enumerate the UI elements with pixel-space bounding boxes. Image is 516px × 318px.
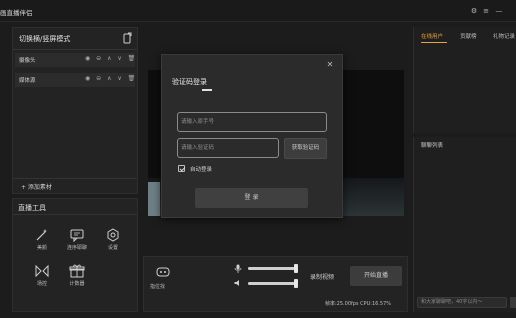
rotate-icon[interactable] [121, 32, 133, 44]
mic-volume-knob[interactable] [294, 264, 298, 273]
tab-gift-record[interactable]: 礼物记录 [493, 32, 515, 40]
source-panel: 切换横/竖屏模式 摄像头 ◉ ⊖ ∧ ∨ 🗑 媒体源 ◉ ⊖ ∧ ∨ 🗑 + 添… [12, 27, 138, 194]
tool-label: 连序耶聊 [66, 245, 87, 251]
speaker-volume-fill [248, 282, 298, 285]
mic-volume-fill [248, 267, 298, 270]
verification-code-input[interactable] [177, 138, 279, 158]
tool-settings[interactable]: 设置 [96, 227, 130, 257]
login-modal: ✕ 验证码登录 获取验证码 自动登录 登 录 [161, 54, 343, 218]
gift-icon [69, 264, 85, 278]
gamepad-label: 指位找 [150, 284, 166, 290]
login-button[interactable]: 登 录 [195, 188, 308, 208]
settings-icon [107, 228, 119, 242]
auto-login-checkbox[interactable] [178, 165, 185, 172]
app-title: 画直播伴侣 [0, 9, 33, 17]
tools-title: 直播工具 [18, 204, 46, 212]
tool-counter[interactable]: 计数器 [60, 263, 94, 293]
speaker-volume-slider[interactable] [248, 279, 298, 288]
gamepad-icon[interactable] [156, 267, 170, 277]
mic-volume-slider[interactable] [248, 264, 298, 273]
minimize-icon[interactable]: — [495, 7, 503, 15]
add-source-button[interactable]: + 添加素材 [21, 182, 52, 191]
bowtie-icon [35, 264, 49, 278]
preview-stage-light [148, 182, 160, 216]
title-bar: 画直播伴侣 ⚙ ≡ — [0, 0, 516, 22]
tool-beauty[interactable]: 美颜 [25, 227, 59, 257]
auto-login-label: 自动登录 [190, 167, 213, 173]
close-icon[interactable]: ✕ [325, 60, 335, 70]
live-tools-panel: 直播工具 美颜 连序耶聊 设置 场控 计数器 [12, 198, 138, 312]
magic-wand-icon [36, 229, 47, 241]
source-actions-icons[interactable]: ◉ ⊖ ∧ ∨ 🗑 [85, 75, 137, 82]
tool-label: 计数器 [69, 281, 85, 287]
tab-online-users[interactable]: 在线用户 [421, 32, 443, 40]
tool-label: 场控 [36, 281, 47, 287]
audience-panel: 在线用户 贡献榜 礼物记录 [413, 27, 516, 133]
source-actions-icons[interactable]: ◉ ⊖ ∧ ∨ 🗑 [85, 55, 137, 62]
speaker-volume-knob[interactable] [294, 279, 298, 288]
active-tab-indicator [421, 42, 447, 43]
modal-title: 验证码登录 [172, 78, 207, 86]
get-code-button[interactable]: 获取验证码 [284, 138, 327, 159]
source-row-media[interactable]: 媒体源 ◉ ⊖ ∧ ∨ 🗑 [15, 73, 135, 87]
divider [13, 214, 137, 215]
tool-label: 设置 [107, 245, 118, 251]
source-label: 媒体源 [19, 78, 36, 84]
record-video-button[interactable]: 录制视频 [310, 272, 334, 281]
speaker-icon[interactable] [234, 279, 242, 287]
title-underline [202, 89, 212, 91]
tool-label: 美颜 [36, 245, 47, 251]
settings-icon[interactable]: ⚙ [470, 7, 478, 15]
chat-panel: 聊聊列表 和大家聊聊吧，40字以内～ [413, 137, 516, 312]
divider [13, 178, 137, 179]
source-row-camera[interactable]: 摄像头 ◉ ⊖ ∧ ∨ 🗑 [15, 53, 135, 67]
tool-control[interactable]: 场控 [25, 263, 59, 293]
divider [13, 49, 137, 50]
start-live-button[interactable]: 开始直播 [350, 266, 402, 286]
performance-stats: 帧率:25.00fps CPU:16.57% [325, 301, 392, 307]
source-label: 摄像头 [19, 58, 36, 64]
chat-input[interactable]: 和大家聊聊吧，40字以内～ [417, 297, 507, 308]
tab-contribution[interactable]: 贡献榜 [460, 32, 477, 40]
chat-title: 聊聊列表 [421, 143, 444, 149]
microphone-icon[interactable] [234, 264, 242, 273]
chat-send-button[interactable] [510, 297, 516, 308]
orientation-toggle-label[interactable]: 切换横/竖屏模式 [19, 34, 70, 44]
menu-icon[interactable]: ≡ [482, 7, 490, 15]
phone-input[interactable] [177, 112, 327, 132]
chat-icon [70, 229, 84, 243]
tool-chat[interactable]: 连序耶聊 [60, 227, 94, 257]
